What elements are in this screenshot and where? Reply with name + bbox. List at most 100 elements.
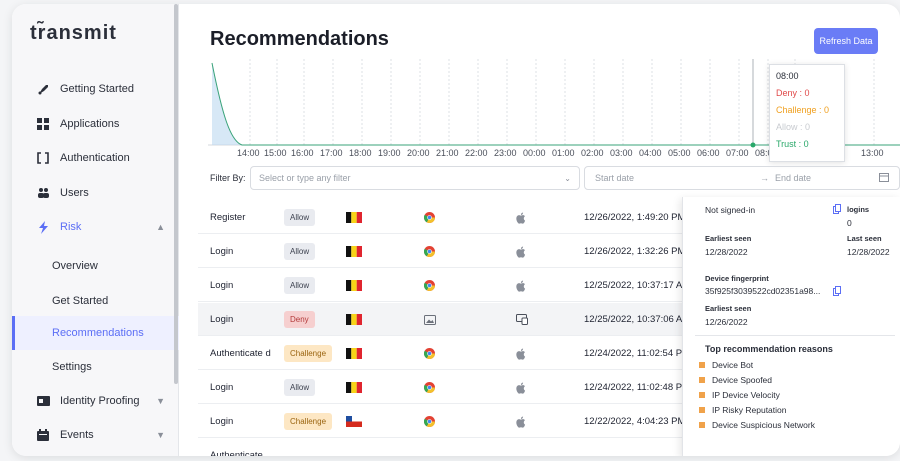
chart-tooltip: 08:00 Deny : 0 Challenge : 0 Allow : 0 T… <box>769 64 845 162</box>
sidebar-item-authentication[interactable]: Authentication <box>12 141 179 175</box>
x-tick-label: 21:00 <box>436 148 459 158</box>
sidebar-item-risk[interactable]: Risk ▲ <box>12 210 179 244</box>
table-row[interactable]: Login Challenge 12/22/2022, 4:04:23 PM <box>198 405 698 438</box>
arrow-right-icon: → <box>760 173 770 183</box>
last-seen-label: Last seen <box>847 234 882 243</box>
sidebar-subitem-label: Get Started <box>52 295 109 307</box>
table-row[interactable]: Register Allow 12/26/2022, 1:49:20 PM <box>198 201 698 234</box>
belgium-flag-icon <box>346 201 362 234</box>
filter-select[interactable]: Select or type any filter ⌄ <box>250 166 580 190</box>
earliest-seen-value: 12/26/2022 <box>705 317 748 327</box>
reason-label: Device Spoofed <box>712 375 773 385</box>
date-range-picker[interactable]: Start date → End date <box>584 166 900 190</box>
page-title: Recommendations <box>210 28 389 50</box>
x-tick-label: 19:00 <box>378 148 401 158</box>
recommendation-cell: Challenge <box>284 337 333 370</box>
event-cell: Login <box>210 416 234 427</box>
sidebar-scrollbar[interactable] <box>174 4 178 384</box>
logins-label: logins <box>847 205 870 214</box>
sidebar-subitem-recommendations[interactable]: Recommendations <box>12 316 179 350</box>
bolt-icon <box>36 220 50 234</box>
grid-icon <box>36 117 50 131</box>
sidebar-subitem-label: Recommendations <box>52 327 144 339</box>
image-icon <box>424 303 436 336</box>
reason-item: Device Bot <box>699 360 753 370</box>
recommendation-cell: Allow <box>284 371 316 404</box>
x-tick-label: 16:00 <box>291 148 314 158</box>
event-cell: Login <box>210 280 234 291</box>
device-fingerprint-value: 35f925f3039522cd02351a98... <box>705 286 821 296</box>
chevron-up-icon: ▲ <box>156 222 165 232</box>
recommendation-cell: Challenge <box>284 405 333 438</box>
recommendation-cell: Allow <box>284 201 316 234</box>
sidebar-subitem-overview[interactable]: Overview <box>12 249 179 283</box>
apple-icon <box>516 235 526 268</box>
reason-item: Device Suspicious Network <box>699 420 815 430</box>
sidebar-item-label: Users <box>60 187 89 199</box>
event-cell: Login <box>210 246 234 257</box>
table-row[interactable]: Login Allow 12/26/2022, 1:32:26 PM <box>198 235 698 268</box>
chrome-icon <box>424 337 435 370</box>
table-row[interactable]: Authenticate <box>198 439 698 456</box>
recommendation-badge: Allow <box>284 277 316 294</box>
recommendation-badge: Challenge <box>284 413 333 430</box>
table-row[interactable]: Login Deny 12/25/2022, 10:37:06 AM <box>198 303 698 336</box>
x-tick-label: 03:00 <box>610 148 633 158</box>
belgium-flag-icon <box>346 337 362 370</box>
hover-point[interactable] <box>750 142 756 148</box>
sidebar-item-events[interactable]: Events ▼ <box>12 418 179 452</box>
table-row[interactable]: Login Allow 12/25/2022, 10:37:17 AM <box>198 269 698 302</box>
refresh-data-button[interactable]: Refresh Data <box>814 28 878 54</box>
belgium-flag-icon <box>346 235 362 268</box>
divider <box>695 335 895 336</box>
start-date-input[interactable]: Start date <box>595 173 634 183</box>
x-tick-label: 15:00 <box>264 148 287 158</box>
sidebar-item-label: Events <box>60 429 94 441</box>
x-tick-label: 04:00 <box>639 148 662 158</box>
belgium-flag-icon <box>346 269 362 302</box>
reason-label: IP Risky Reputation <box>712 405 787 415</box>
chrome-icon <box>424 371 435 404</box>
chevron-down-icon: ▼ <box>156 430 165 440</box>
apple-icon <box>516 337 526 370</box>
reason-label: Device Suspicious Network <box>712 420 815 430</box>
sidebar-item-label: Identity Proofing <box>60 395 140 407</box>
date-cell: 12/24/2022, 11:02:54 PM <box>584 348 684 359</box>
table-row[interactable]: Login Allow 12/24/2022, 11:02:48 PM <box>198 371 698 404</box>
sidebar-item-label: Getting Started <box>60 83 134 95</box>
recommendation-cell: Allow <box>284 235 316 268</box>
sidebar-subitem-label: Overview <box>52 260 98 272</box>
device-icon <box>516 303 528 336</box>
app-frame: tr̃ansmit Getting Started Applications A… <box>12 4 900 456</box>
calendar-icon <box>36 428 50 442</box>
sidebar-item-applications[interactable]: Applications <box>12 107 179 141</box>
x-tick-label: 17:00 <box>320 148 343 158</box>
tooltip-deny: Deny : 0 <box>776 88 810 98</box>
copy-icon[interactable] <box>833 204 841 216</box>
x-tick-label: 07:00 <box>726 148 749 158</box>
sidebar-item-users[interactable]: Users <box>12 176 179 210</box>
event-cell: Authenticate d <box>210 348 271 359</box>
sidebar-subitem-settings[interactable]: Settings <box>12 350 179 384</box>
device-fingerprint-label: Device fingerprint <box>705 274 769 283</box>
x-tick-label: 01:00 <box>552 148 575 158</box>
earliest-seen-value: 12/28/2022 <box>705 247 748 257</box>
end-date-input[interactable]: End date <box>775 173 811 183</box>
sidebar-item-identity-proofing[interactable]: Identity Proofing ▼ <box>12 384 179 418</box>
id-card-icon <box>36 394 50 408</box>
sidebar: tr̃ansmit Getting Started Applications A… <box>12 4 179 456</box>
recommendation-badge: Challenge <box>284 345 333 362</box>
apple-icon <box>516 201 526 234</box>
reason-bullet-icon <box>699 407 705 413</box>
reason-label: Device Bot <box>712 360 754 370</box>
sidebar-subitem-label: Settings <box>52 361 92 373</box>
sidebar-item-label: Risk <box>60 221 82 233</box>
belgium-flag-icon <box>346 371 362 404</box>
table-row[interactable]: Authenticate d Challenge 12/24/2022, 11:02… <box>198 337 698 370</box>
x-tick-label: 22:00 <box>465 148 488 158</box>
sidebar-item-getting-started[interactable]: Getting Started <box>12 72 179 106</box>
tooltip-time: 08:00 <box>776 71 799 81</box>
copy-icon[interactable] <box>833 286 841 298</box>
sidebar-subitem-get-started[interactable]: Get Started <box>12 284 179 318</box>
earliest-seen-label: Earliest seen <box>705 234 752 243</box>
